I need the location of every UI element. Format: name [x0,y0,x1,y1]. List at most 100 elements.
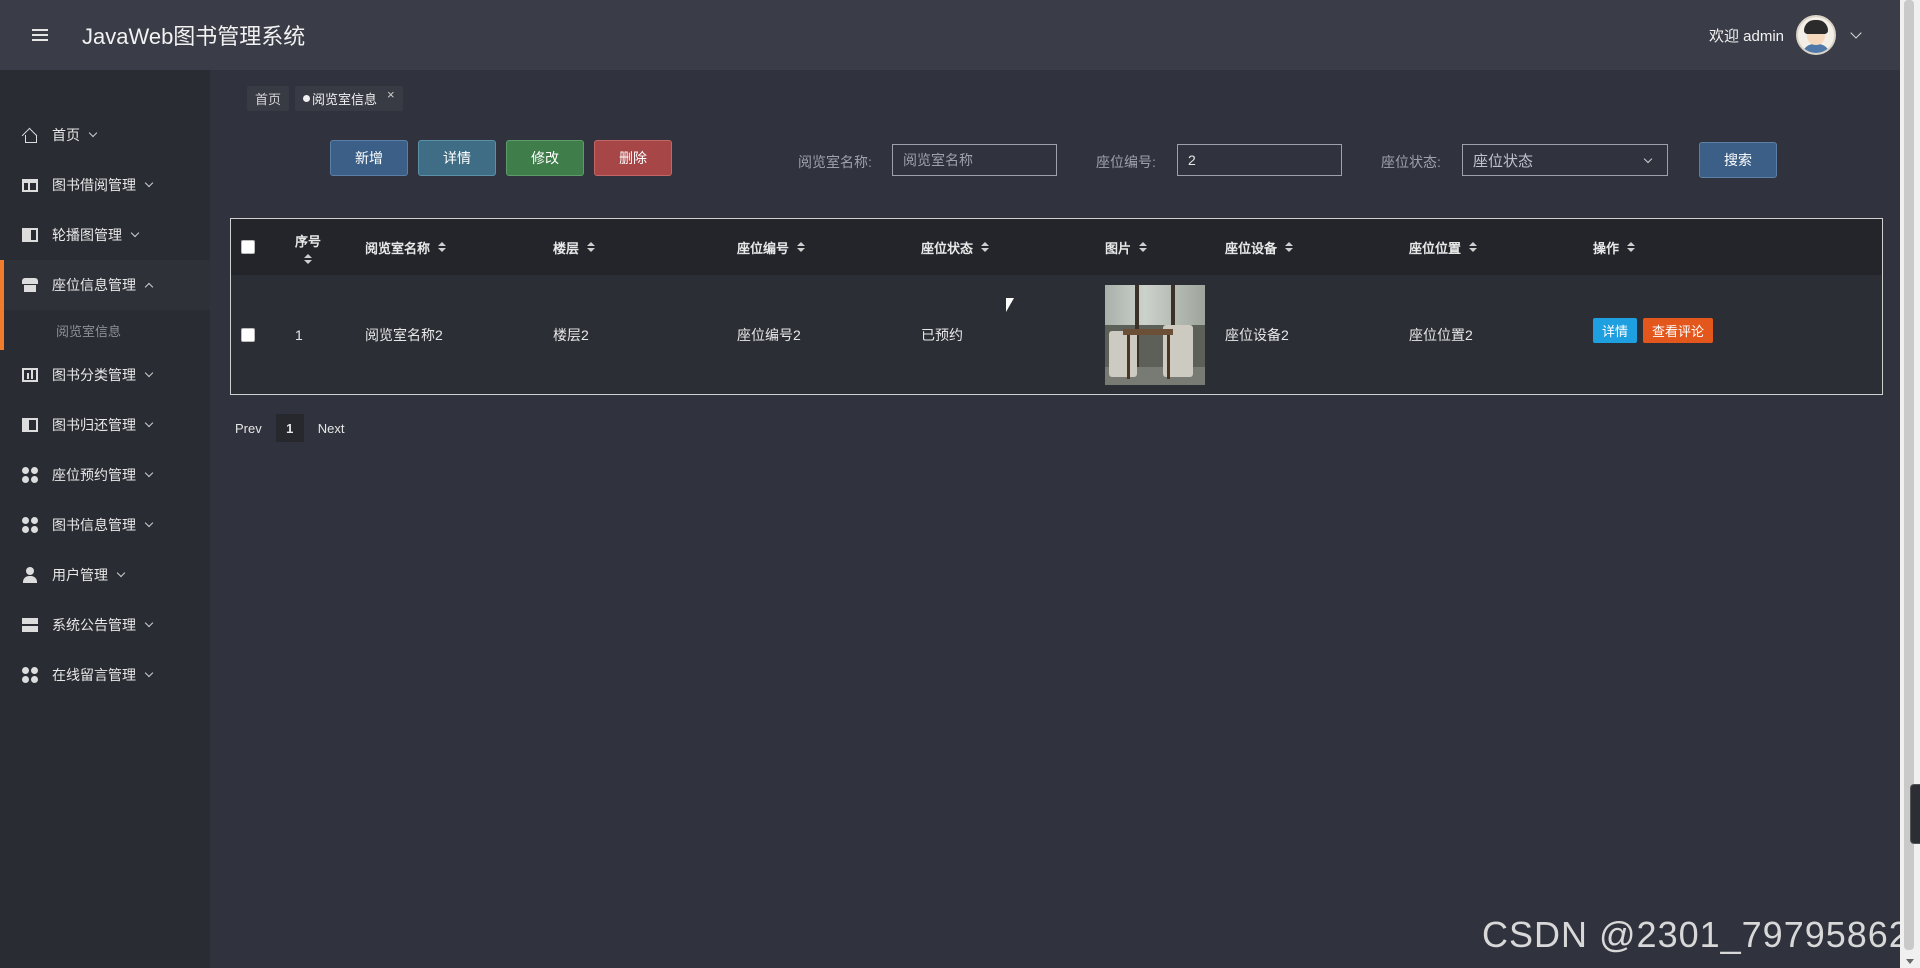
sidebar-item-seat-info[interactable]: 座位信息管理 [0,260,210,310]
select-all-checkbox[interactable] [241,219,255,275]
col-seat-position[interactable]: 座位位置 [1409,219,1478,275]
cell-actions: 详情 查看评论 [1593,271,1714,390]
delete-button[interactable]: 删除 [594,140,672,176]
col-floor[interactable]: 楼层 [553,219,596,275]
sidebar-item-label: 在线留言管理 [52,667,136,683]
table-header: 序号 阅览室名称 楼层 座位编号 座位状态 图片 座位设备 座位位置 操作 [231,219,1882,275]
sidebar-item-label: 系统公告管理 [52,617,136,633]
chevron-down-icon [144,178,154,188]
store-icon [22,277,38,293]
server-icon [22,617,38,633]
seat-photo-image[interactable] [1105,284,1205,385]
chevron-down-icon [116,568,126,578]
user-icon [22,567,38,583]
tab-home[interactable]: 首页 [247,86,290,111]
sidebar-item-return[interactable]: 图书归还管理 [0,400,210,450]
sidebar-subitem-reading-room[interactable]: 阅览室信息 [0,310,210,350]
app-title: JavaWeb图书管理系统 [82,24,306,49]
tab-label: 首页 [255,92,282,107]
active-dot-icon [303,95,311,102]
avatar[interactable] [1796,15,1836,55]
sidebar-item-label: 图书分类管理 [52,367,136,383]
sidebar-item-borrow[interactable]: 图书借阅管理 [0,160,210,210]
sidebar-item-book-info[interactable]: 图书信息管理 [0,500,210,550]
search-button[interactable]: 搜索 [1699,142,1777,178]
panel-icon [22,227,38,243]
cell-room-name: 阅览室名称2 [365,326,443,343]
sidebar-item-carousel[interactable]: 轮播图管理 [0,210,210,260]
sort-icon [1285,242,1294,252]
sidebar-item-messages[interactable]: 在线留言管理 [0,650,210,700]
room-name-input[interactable] [892,144,1057,176]
breadcrumb-tabs: 首页 阅览室信息 × [247,86,403,111]
tab-reading-room[interactable]: 阅览室信息 × [295,86,403,111]
seat-number-input[interactable] [1177,144,1342,176]
chevron-down-icon [144,518,154,528]
view-comments-button[interactable]: 查看评论 [1643,318,1714,343]
sidebar-item-label: 用户管理 [52,567,108,583]
seat-status-select[interactable]: 座位状态 [1462,144,1668,176]
chevron-down-icon [144,618,154,628]
cell-index: 1 [295,326,303,343]
sidebar-item-users[interactable]: 用户管理 [0,550,210,600]
sidebar-item-announcements[interactable]: 系统公告管理 [0,600,210,650]
seat-status-label: 座位状态: [1381,154,1441,170]
sort-icon [438,242,447,252]
mouse-cursor-icon [1006,298,1014,312]
col-seat-device[interactable]: 座位设备 [1225,219,1294,275]
edit-button[interactable]: 修改 [506,140,584,176]
sidebar-item-label: 轮播图管理 [52,227,122,243]
cell-seat-device: 座位设备2 [1225,326,1289,343]
cell-seat-position: 座位位置2 [1409,326,1473,343]
row-checkbox[interactable] [241,275,255,394]
row-detail-button[interactable]: 详情 [1593,318,1638,343]
col-seat-status[interactable]: 座位状态 [921,219,990,275]
welcome-text: 欢迎 admin [1708,27,1784,45]
next-page-button[interactable]: Next [318,421,345,436]
cell-seat-number: 座位编号2 [737,326,801,343]
chevron-down-icon [144,668,154,678]
data-table: 序号 阅览室名称 楼层 座位编号 座位状态 图片 座位设备 座位位置 操作 1 … [230,218,1883,395]
watermark-text: CSDN @2301_79795862 [1482,914,1910,955]
chevron-down-icon [144,468,154,478]
sort-icon [981,242,990,252]
table-row[interactable]: 1 阅览室名称2 楼层2 座位编号2 已预约 座位设备2 座位位置2 详情 查看… [231,275,1882,394]
col-image[interactable]: 图片 [1105,219,1148,275]
grid-icon [22,517,38,533]
grid-icon [22,667,38,683]
prev-page-button[interactable]: Prev [235,421,262,436]
scroll-down-icon[interactable] [1906,959,1914,964]
cell-image [1105,275,1205,394]
sidebar-item-seat-booking[interactable]: 座位预约管理 [0,450,210,500]
chevron-down-icon [144,418,154,428]
detail-button[interactable]: 详情 [418,140,496,176]
sidebar-item-label: 座位信息管理 [52,277,136,293]
cell-seat-status: 已预约 [921,326,963,343]
seat-status-selected: 座位状态 [1473,152,1534,170]
col-room-name[interactable]: 阅览室名称 [365,219,447,275]
col-index[interactable]: 序号 [295,219,321,275]
menu-toggle-icon[interactable] [0,0,80,70]
close-icon[interactable]: × [387,87,395,102]
chevron-down-icon [144,368,154,378]
side-tool-widget[interactable] [1910,784,1920,844]
grid-icon [22,467,38,483]
add-button[interactable]: 新增 [330,140,408,176]
sidebar-item-category[interactable]: 图书分类管理 [0,350,210,400]
chevron-down-icon [130,228,140,238]
room-name-label: 阅览室名称: [798,154,872,170]
sort-icon [1627,242,1636,252]
seat-number-label: 座位编号: [1096,154,1156,170]
home-icon [22,127,38,143]
chevron-down-icon[interactable] [1850,26,1862,39]
col-actions[interactable]: 操作 [1593,219,1636,275]
chevron-up-icon [144,282,154,291]
page-number-button[interactable]: 1 [275,414,304,442]
col-seat-number[interactable]: 座位编号 [737,219,806,275]
sidebar-item-label: 图书借阅管理 [52,177,136,193]
user-menu[interactable]: 欢迎 admin [1708,0,1862,70]
sidebar-item-label: 首页 [52,127,80,143]
sidebar-item-home[interactable]: 首页 [0,110,210,160]
sidebar-item-label: 图书归还管理 [52,417,136,433]
sort-icon [587,242,596,252]
